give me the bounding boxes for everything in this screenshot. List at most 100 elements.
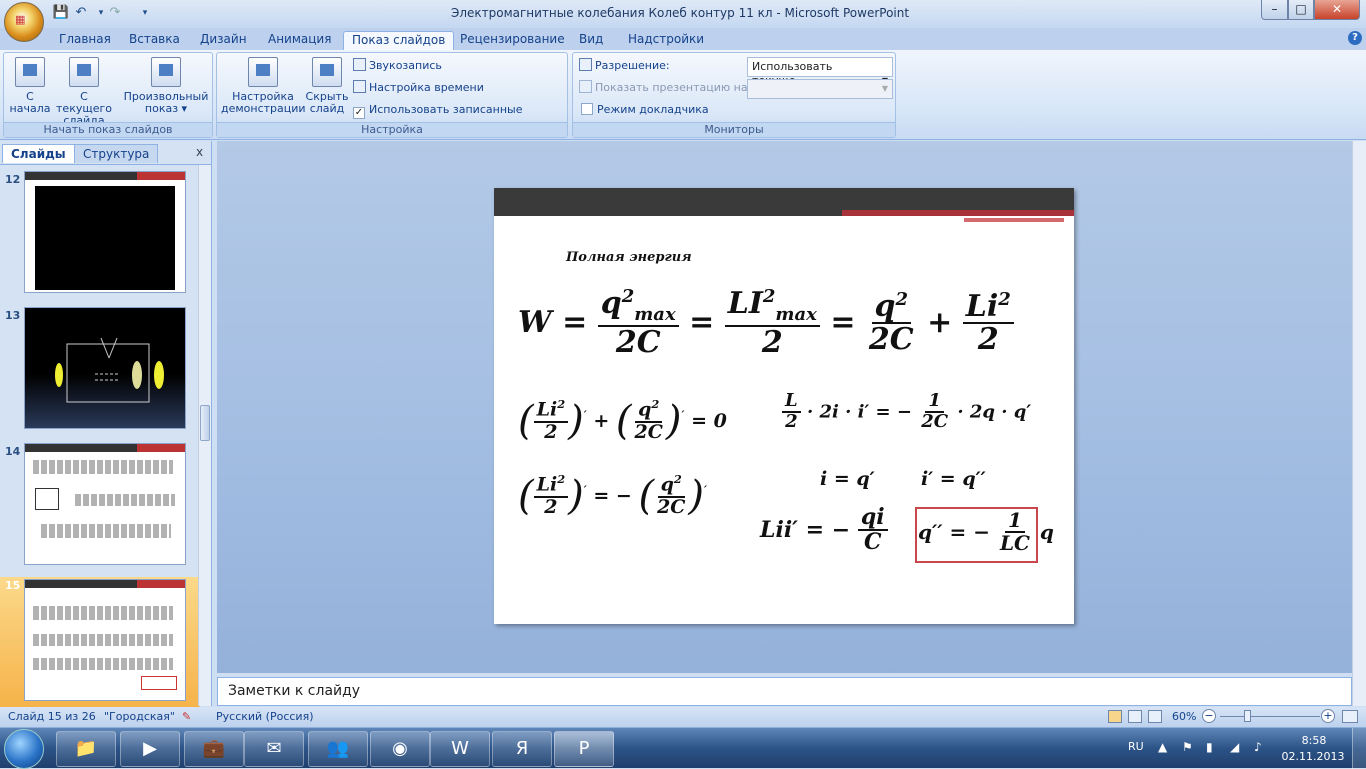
yandex-icon[interactable]: Я (492, 731, 552, 767)
undo-icon[interactable]: ↶ (72, 4, 90, 22)
highlight-box (141, 676, 177, 690)
tab-insert[interactable]: Вставка (121, 31, 188, 50)
group-setup: Настройка демонстрации Скрыть слайд Звук… (216, 52, 568, 138)
checkmark-icon: ✓ (353, 107, 365, 119)
oscillation-equation: q′′ = − 1 LC q (918, 508, 1054, 555)
from-current-slide-button[interactable]: С текущего слайда (52, 57, 116, 127)
zoom-out-icon[interactable]: − (1202, 709, 1216, 723)
tab-home[interactable]: Главная (51, 31, 119, 50)
tab-addins[interactable]: Надстройки (620, 31, 712, 50)
use-timings-checkbox[interactable]: ✓Использовать записанные времена (353, 101, 567, 134)
slide-show-icon[interactable] (1148, 710, 1162, 723)
explorer-icon[interactable]: 📁 (56, 731, 116, 767)
group-monitors: Разрешение: Использовать текуще...▼ Пока… (572, 52, 896, 138)
office-button[interactable]: ▦ (4, 2, 44, 42)
resolution-select[interactable]: Использовать текуще...▼ (747, 57, 893, 87)
zoom-in-icon[interactable]: + (1321, 709, 1335, 723)
notes-pane[interactable]: Заметки к слайду (217, 677, 1352, 706)
tab-review[interactable]: Рецензирование (452, 31, 573, 50)
tray-expand-icon[interactable]: ▲ (1158, 740, 1167, 754)
slide-sorter-icon[interactable] (1128, 710, 1142, 723)
tab-design[interactable]: Дизайн (192, 31, 255, 50)
volume-icon[interactable]: ♪ (1254, 740, 1262, 754)
slide-thumbnail[interactable]: 13 (0, 307, 200, 435)
office-logo-icon: ▦ (15, 13, 26, 26)
slide-canvas: Полная энергия W = q2max 2C = LI2max 2 = q… (494, 188, 1074, 624)
messenger-icon[interactable]: 👥 (308, 731, 368, 767)
record-narration-button[interactable]: Звукозапись (353, 57, 442, 75)
scrollbar-thumb[interactable] (200, 405, 210, 441)
tab-slide-show[interactable]: Показ слайдов (343, 31, 455, 50)
tab-slides[interactable]: Слайды (2, 144, 75, 163)
customize-qat-icon[interactable]: ▾ (136, 4, 154, 22)
slide-heading: Полная энергия (566, 250, 692, 265)
spelling-icon[interactable]: ✎ (182, 710, 191, 723)
tab-animation[interactable]: Анимация (260, 31, 339, 50)
circuit-diagram (55, 337, 164, 403)
network-icon[interactable]: ⚑ (1182, 740, 1193, 754)
ribbon-tabs: Главная Вставка Дизайн Анимация Показ сл… (0, 28, 1366, 50)
close-pane-icon[interactable]: x (196, 145, 203, 159)
zoom-level[interactable]: 60% (1172, 710, 1196, 723)
clock-time[interactable]: 8:58 (1284, 734, 1344, 747)
setup-show-icon (248, 57, 278, 87)
slide-header-bar (25, 444, 185, 452)
monitor-icon (579, 58, 592, 71)
close-button[interactable]: ✕ (1314, 0, 1360, 20)
briefcase-icon[interactable]: 💼 (184, 731, 244, 767)
battery-icon[interactable]: ▮ (1206, 740, 1213, 754)
from-beginning-button[interactable]: С начала (8, 57, 52, 115)
maximize-button[interactable]: □ (1288, 0, 1314, 20)
setup-show-button[interactable]: Настройка демонстрации (221, 57, 306, 115)
mail-icon[interactable]: ✉ (244, 731, 304, 767)
normal-view-icon[interactable] (1108, 710, 1122, 723)
chrome-icon[interactable]: ◉ (370, 731, 430, 767)
black-image (35, 186, 175, 290)
language-indicator[interactable]: Русский (Россия) (216, 710, 314, 723)
custom-show-button[interactable]: Произвольный показ ▾ (122, 57, 210, 115)
input-language[interactable]: RU (1128, 740, 1144, 753)
media-player-icon[interactable]: ▶ (120, 731, 180, 767)
group-label: Мониторы (573, 122, 895, 137)
powerpoint-icon[interactable]: P (554, 731, 614, 767)
derivative-sum-equation: (Li2 2)′ + (q2 2C)′ = 0 (518, 397, 727, 444)
rehearse-timings-button[interactable]: Настройка времени (353, 79, 484, 97)
slide-thumbnail[interactable]: 14 (0, 443, 200, 571)
zoom-slider-thumb[interactable] (1244, 710, 1251, 722)
word-icon[interactable]: W (430, 731, 490, 767)
slides-pane: Слайды Структура x 12 13 14 15 (0, 141, 212, 707)
presenter-view-checkbox[interactable]: Режим докладчика (581, 101, 709, 119)
taskbar: 📁 ▶ 💼 ✉ 👥 ◉ W Я P RU ▲ ⚑ ▮ ◢ ♪ 8:58 02.1… (0, 727, 1366, 769)
minimize-button[interactable]: – (1261, 0, 1288, 20)
formula-preview (33, 658, 173, 670)
slide-14-preview (24, 443, 186, 565)
formula-preview (33, 460, 173, 474)
zoom-slider-track[interactable] (1220, 716, 1320, 717)
main-scrollbar[interactable] (1352, 141, 1366, 706)
hide-slide-button[interactable]: Скрыть слайд (305, 57, 349, 115)
custom-show-icon (151, 57, 181, 87)
redo-icon[interactable]: ↷ (106, 4, 124, 22)
show-desktop-button[interactable] (1352, 728, 1366, 769)
start-button[interactable] (4, 729, 44, 769)
group-start-show: С начала С текущего слайда Произвольный … (3, 52, 213, 138)
thumbnails-scrollbar[interactable] (198, 165, 211, 706)
fit-to-window-icon[interactable] (1342, 710, 1358, 723)
clock-date[interactable]: 02.11.2013 (1280, 750, 1346, 763)
help-icon[interactable]: ? (1348, 31, 1362, 45)
microphone-icon (353, 58, 366, 71)
slide-header-bar (25, 580, 185, 588)
save-icon[interactable]: 💾 (52, 4, 70, 22)
formula-preview (33, 606, 173, 620)
slide-accent-bar (494, 210, 1074, 216)
slide-thumbnail-selected[interactable]: 15 (0, 577, 200, 707)
show-on-select[interactable]: ▼ (747, 79, 893, 99)
window-title: Электромагнитные колебания Колеб контур … (450, 6, 910, 20)
slide-12-preview (24, 171, 186, 293)
slide-accent-line (964, 218, 1064, 222)
clock-icon (353, 80, 366, 93)
slide-thumbnail[interactable]: 12 (0, 171, 200, 299)
tab-view[interactable]: Вид (571, 31, 611, 50)
signal-icon[interactable]: ◢ (1230, 740, 1239, 754)
tab-outline[interactable]: Структура (74, 144, 159, 163)
